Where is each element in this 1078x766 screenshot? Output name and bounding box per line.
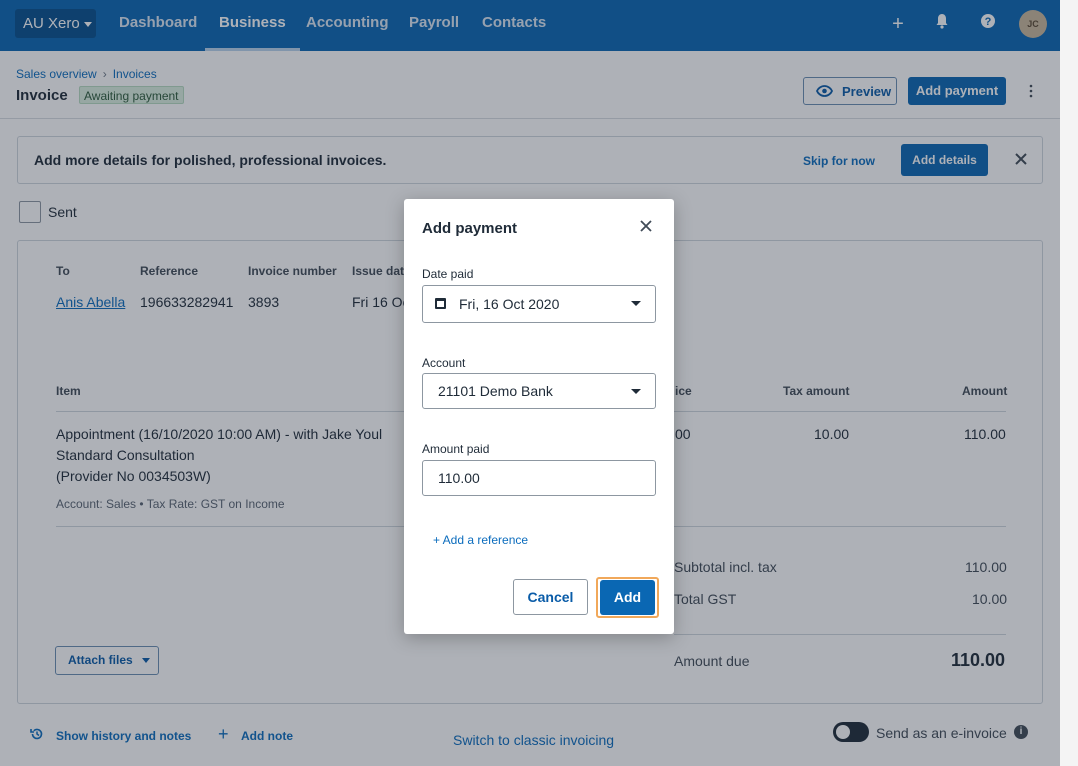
chevron-down-icon bbox=[631, 389, 641, 394]
add-button[interactable]: Add bbox=[600, 580, 655, 615]
date-paid-field[interactable]: Fri, 16 Oct 2020 bbox=[422, 285, 656, 323]
amount-paid-value: 110.00 bbox=[438, 470, 480, 486]
add-reference-link[interactable]: + Add a reference bbox=[433, 533, 528, 547]
account-select[interactable]: 21101 Demo Bank bbox=[422, 373, 656, 409]
calendar-icon bbox=[435, 298, 446, 309]
date-paid-value: Fri, 16 Oct 2020 bbox=[459, 296, 560, 312]
dialog-title: Add payment bbox=[422, 220, 518, 237]
account-label: Account bbox=[422, 356, 466, 370]
date-paid-label: Date paid bbox=[422, 267, 474, 281]
account-value: 21101 Demo Bank bbox=[438, 383, 553, 399]
cancel-button[interactable]: Cancel bbox=[513, 579, 588, 615]
chevron-down-icon bbox=[631, 301, 641, 306]
amount-paid-input[interactable]: 110.00 bbox=[422, 460, 656, 496]
close-icon[interactable] bbox=[637, 218, 655, 236]
amount-paid-label: Amount paid bbox=[422, 442, 490, 456]
scrollbar[interactable] bbox=[1060, 0, 1078, 766]
add-payment-dialog: Add payment Date paid Fri, 16 Oct 2020 A… bbox=[404, 199, 674, 634]
